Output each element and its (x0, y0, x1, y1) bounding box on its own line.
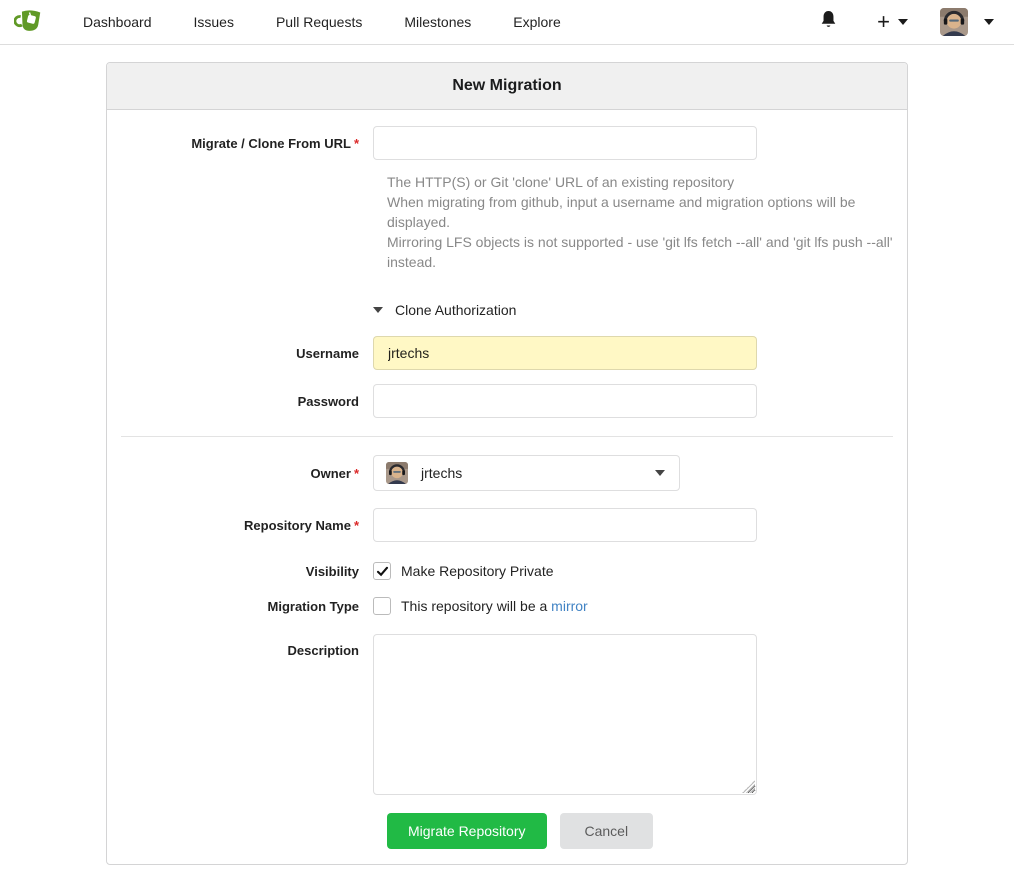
private-checkbox[interactable]: Make Repository Private (373, 562, 554, 580)
description-row: Description (121, 634, 893, 795)
owner-selected-value: jrtechs (421, 465, 462, 481)
description-textarea-wrap (373, 634, 757, 795)
username-row: Username (121, 336, 893, 370)
gitea-logo-icon (14, 5, 44, 40)
new-migration-panel: New Migration Migrate / Clone From URL* … (106, 62, 908, 865)
mirror-checkbox[interactable]: This repository will be a mirror (373, 597, 588, 615)
visibility-row: Visibility Make Repository Private (121, 562, 893, 580)
password-row: Password (121, 384, 893, 418)
nav-item-milestones[interactable]: Milestones (383, 0, 492, 44)
create-new-menu[interactable]: + (851, 12, 918, 32)
nav-item-explore[interactable]: Explore (492, 0, 581, 44)
clone-url-label-text: Migrate / Clone From URL (191, 136, 351, 151)
owner-label-text: Owner (310, 466, 350, 481)
required-asterisk: * (354, 518, 359, 533)
check-icon (376, 565, 389, 578)
migration-type-row: Migration Type This repository will be a… (121, 597, 893, 615)
nav-item-pull-requests[interactable]: Pull Requests (255, 0, 383, 44)
notifications-button[interactable] (806, 10, 851, 34)
username-label: Username (121, 346, 373, 361)
form-actions: Migrate Repository Cancel (387, 813, 893, 849)
nav-item-dashboard[interactable]: Dashboard (62, 0, 173, 44)
help-line: Mirroring LFS objects is not supported -… (387, 232, 893, 272)
required-asterisk: * (354, 466, 359, 481)
user-avatar (940, 8, 968, 36)
repo-name-label: Repository Name* (121, 518, 373, 533)
clone-authorization-toggle[interactable]: Clone Authorization (373, 302, 893, 318)
help-line: When migrating from github, input a user… (387, 192, 893, 232)
description-textarea[interactable] (373, 634, 757, 795)
owner-avatar (386, 462, 408, 484)
owner-dropdown[interactable]: jrtechs (373, 455, 680, 491)
owner-row: Owner* jrtech (121, 455, 893, 491)
caret-down-icon (373, 307, 383, 313)
clone-url-help: The HTTP(S) or Git 'clone' URL of an exi… (387, 172, 893, 272)
clone-authorization-label: Clone Authorization (395, 302, 516, 318)
cancel-button[interactable]: Cancel (560, 813, 654, 849)
repo-name-label-text: Repository Name (244, 518, 351, 533)
password-input[interactable] (373, 384, 757, 418)
repo-name-input[interactable] (373, 508, 757, 542)
repo-name-row: Repository Name* (121, 508, 893, 542)
description-label: Description (121, 634, 373, 658)
nav-item-issues[interactable]: Issues (173, 0, 255, 44)
checkbox-box (373, 597, 391, 615)
mirror-link[interactable]: mirror (551, 598, 588, 614)
dropdown-caret-icon (655, 470, 665, 476)
chevron-down-icon (984, 19, 994, 25)
migrate-repository-button[interactable]: Migrate Repository (387, 813, 547, 849)
gitea-logo[interactable] (14, 5, 62, 40)
username-input[interactable] (373, 336, 757, 370)
owner-label: Owner * (121, 466, 373, 481)
page-content: New Migration Migrate / Clone From URL* … (0, 62, 1014, 865)
navbar-right: + (806, 8, 1000, 36)
panel-title: New Migration (107, 63, 907, 110)
plus-icon: + (877, 12, 890, 32)
private-checkbox-label: Make Repository Private (401, 563, 554, 579)
mirror-checkbox-label: This repository will be a mirror (401, 598, 588, 614)
mirror-text: This repository will be a (401, 598, 547, 614)
migration-type-label: Migration Type (121, 599, 373, 614)
chevron-down-icon (898, 19, 908, 25)
user-menu[interactable] (918, 8, 1000, 36)
bell-icon (820, 10, 837, 34)
migration-form: Migrate / Clone From URL* The HTTP(S) or… (107, 110, 907, 864)
clone-url-label: Migrate / Clone From URL* (121, 136, 373, 151)
checkbox-box (373, 562, 391, 580)
password-label: Password (121, 394, 373, 409)
clone-url-input[interactable] (373, 126, 757, 160)
section-divider (121, 436, 893, 437)
required-asterisk: * (354, 136, 359, 151)
clone-url-row: Migrate / Clone From URL* (121, 126, 893, 160)
top-navbar: Dashboard Issues Pull Requests Milestone… (0, 0, 1014, 45)
help-line: The HTTP(S) or Git 'clone' URL of an exi… (387, 172, 893, 192)
visibility-label: Visibility (121, 564, 373, 579)
